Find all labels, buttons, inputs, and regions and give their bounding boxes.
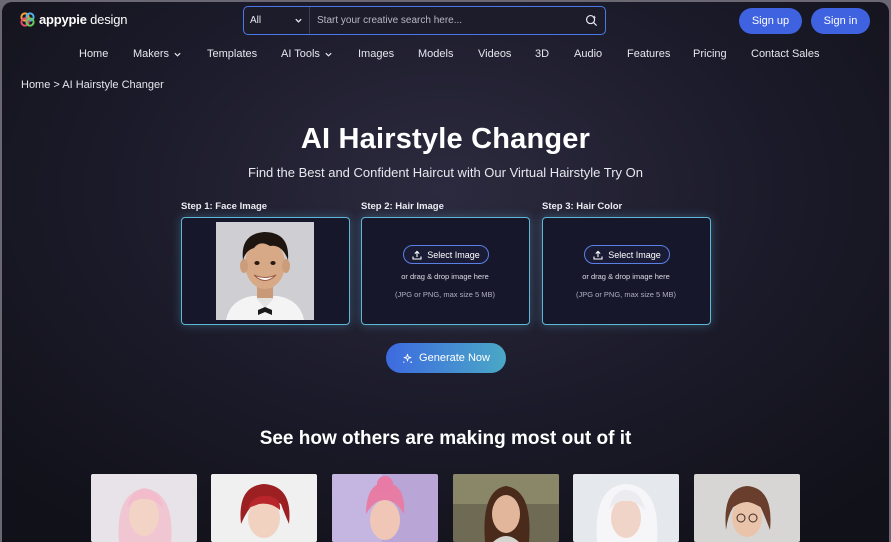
upload-icon	[412, 250, 422, 260]
search-category-select[interactable]: All	[244, 7, 310, 34]
gallery-title: See how others are making most out of it	[259, 428, 632, 449]
page-title: AI Hairstyle Changer	[300, 123, 591, 155]
page-subtitle: Find the Best and Confident Haircut with…	[248, 165, 643, 180]
select-hair-image-button[interactable]: Select Image	[403, 245, 489, 264]
gallery-image[interactable]	[332, 474, 438, 542]
gallery-image[interactable]	[453, 474, 559, 542]
chevron-down-icon	[325, 52, 332, 57]
drag-drop-hint: or drag & drop image here	[582, 272, 670, 281]
sparkle-icon	[403, 353, 413, 363]
nav-item-audio[interactable]: Audio	[574, 48, 602, 60]
hair-image-dropzone[interactable]: Select Image or drag & drop image here (…	[361, 217, 530, 325]
search-input[interactable]	[310, 15, 577, 26]
signup-button[interactable]: Sign up	[739, 8, 802, 34]
search-category-value: All	[250, 15, 262, 26]
file-size-hint: (JPG or PNG, max size 5 MB)	[394, 290, 496, 299]
main-nav: Home Makers Templates AI Tools Images Mo…	[2, 48, 889, 62]
gallery-image[interactable]	[91, 474, 197, 542]
face-image-dropzone[interactable]	[181, 217, 350, 325]
logo-icon	[20, 12, 35, 27]
file-size-hint: (JPG or PNG, max size 5 MB)	[575, 290, 677, 299]
search-button[interactable]	[577, 7, 605, 34]
gallery-image[interactable]	[573, 474, 679, 542]
gallery-image[interactable]	[211, 474, 317, 542]
signin-button[interactable]: Sign in	[811, 8, 870, 34]
step-2-label: Step 2: Hair Image	[361, 201, 444, 212]
step-3-label: Step 3: Hair Color	[542, 201, 623, 212]
nav-item-makers[interactable]: Makers	[133, 48, 182, 60]
nav-item-images[interactable]: Images	[358, 48, 394, 60]
nav-item-pricing[interactable]: Pricing	[693, 48, 727, 60]
nav-item-ai-tools[interactable]: AI Tools	[281, 48, 333, 60]
nav-item-contact-sales[interactable]: Contact Sales	[751, 48, 819, 60]
nav-item-models[interactable]: Models	[418, 48, 453, 60]
nav-item-3d[interactable]: 3D	[535, 48, 549, 60]
chevron-down-icon	[174, 52, 181, 57]
drag-drop-hint: or drag & drop image here	[401, 272, 489, 281]
logo-text: appypie design	[39, 12, 128, 27]
gallery-image[interactable]	[694, 474, 800, 542]
breadcrumb[interactable]: Home > AI Hairstyle Changer	[21, 79, 164, 91]
step-1-label: Step 1: Face Image	[181, 201, 268, 212]
nav-item-videos[interactable]: Videos	[478, 48, 511, 60]
generate-button[interactable]: Generate Now	[386, 343, 506, 373]
select-hair-color-button[interactable]: Select Image	[584, 245, 670, 264]
upload-icon	[593, 250, 603, 260]
nav-item-features[interactable]: Features	[627, 48, 670, 60]
logo[interactable]: appypie design	[20, 12, 127, 27]
app-window: appypie design All Sign up Sign in Home …	[2, 2, 889, 542]
search-bar: All	[243, 6, 606, 35]
chevron-down-icon	[295, 18, 302, 23]
search-icon	[585, 14, 597, 27]
face-image-preview	[216, 222, 314, 320]
nav-item-templates[interactable]: Templates	[207, 48, 257, 60]
nav-item-home[interactable]: Home	[79, 48, 108, 60]
hair-color-dropzone[interactable]: Select Image or drag & drop image here (…	[542, 217, 711, 325]
